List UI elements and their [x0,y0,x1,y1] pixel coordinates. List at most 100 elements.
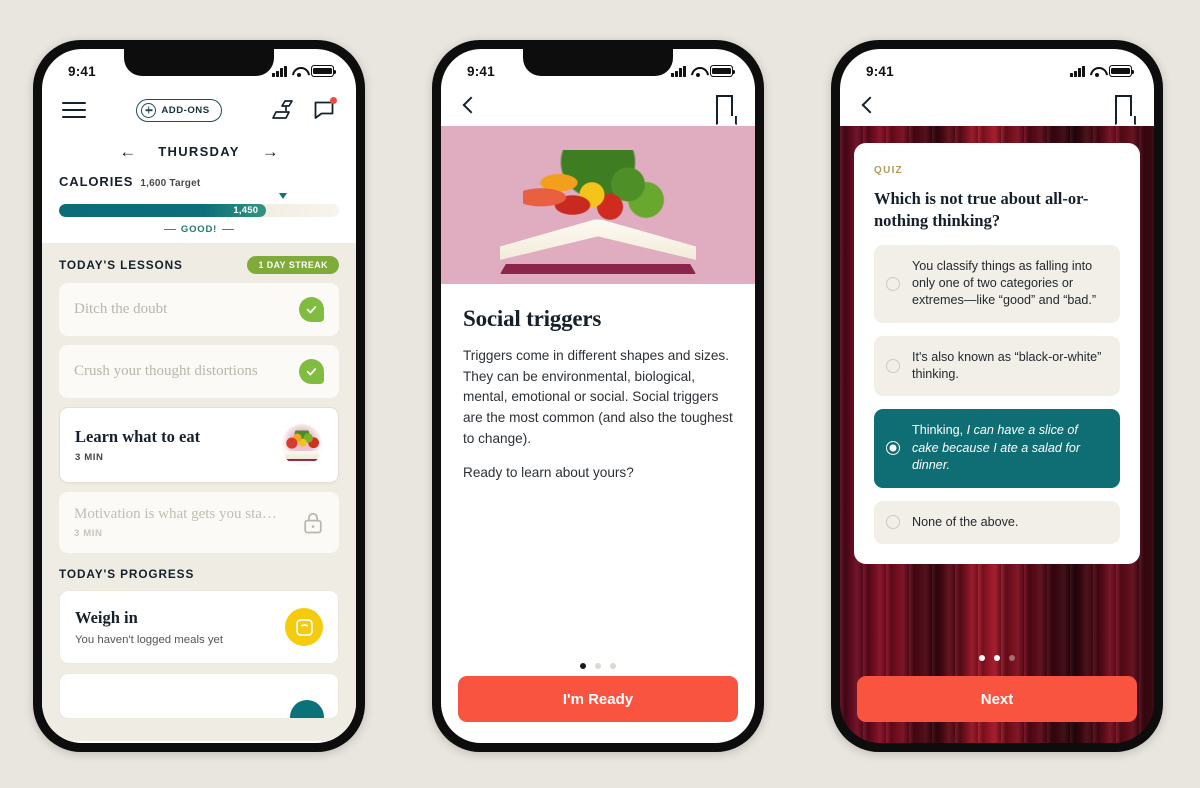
battery-icon [710,65,736,77]
streak-badge: 1 DAY STREAK [247,256,339,274]
lesson-text-block: Learn what to eat 3 MIN [75,427,200,463]
calories-header: CALORIES 1,600 Target [59,174,339,189]
add-ons-label: ADD-ONS [161,104,210,116]
status-bar: 9:41 [441,49,755,87]
article-body: Social triggers Triggers come in differe… [441,284,755,484]
list-item[interactable]: Crush your thought distortions [59,345,339,398]
status-bar: 9:41 [840,49,1154,87]
book-graphic [285,451,319,461]
screenshot-canvas: 9:41 ADD-ONS ← THURSDAY → CALORIES 1,600… [0,0,1200,788]
pager-dot[interactable] [979,655,985,661]
scale-circle-icon [285,608,323,646]
quiz-option[interactable]: None of the above. [874,500,1120,544]
pager-dot[interactable] [1009,655,1015,661]
quiz-kicker-label: QUIZ [874,165,904,176]
lesson-text-block: Motivation is what gets you sta… 3 MIN [74,506,277,539]
calories-title: CALORIES [59,174,134,189]
bookmark-icon[interactable] [716,95,733,116]
weigh-in-subtitle: You haven't logged meals yet [75,634,224,646]
arrow-left-icon[interactable]: ← [119,143,136,160]
calories-panel: CALORIES 1,600 Target 1,450 GOOD! [42,160,356,243]
pager-dots[interactable] [840,655,1154,661]
pager-dot[interactable] [580,663,586,669]
chat-bubble-icon[interactable] [312,97,337,122]
home-scroll-area[interactable]: TODAY'S LESSONS 1 DAY STREAK Ditch the d… [42,243,356,741]
lock-icon [302,511,324,535]
list-item-locked[interactable]: Motivation is what gets you sta… 3 MIN [59,492,339,553]
article-paragraph-2: Ready to learn about yours? [463,465,634,481]
list-item[interactable]: Ditch the doubt [59,283,339,336]
current-day-label: THURSDAY [158,144,240,159]
app-top-bar: ADD-ONS [42,87,356,127]
chevron-left-icon[interactable] [463,97,474,115]
phone-1-frame: 9:41 ADD-ONS ← THURSDAY → CALORIES 1,600… [33,40,365,752]
quiz-option-label: None of the above. [912,514,1019,529]
check-circle-icon [299,297,324,322]
status-time: 9:41 [467,63,495,79]
pager-dot[interactable] [610,663,616,669]
cellular-bars-icon [1070,65,1085,77]
progress-section-header: TODAY'S PROGRESS [59,567,339,581]
article-hero-image [441,126,755,284]
phone-2-screen: 9:41 Social triggers Triggers come in di… [441,49,755,743]
lessons-section-title: TODAY'S LESSONS [59,258,183,272]
pager-dots[interactable] [441,663,755,669]
battery-icon [1109,65,1135,77]
book-spine-graphic [500,264,696,274]
scale-icon[interactable] [272,98,296,122]
plus-circle-icon [141,102,157,118]
list-item-active-lesson[interactable]: Learn what to eat 3 MIN [59,407,339,483]
status-time: 9:41 [68,63,96,79]
lessons-section-header: TODAY'S LESSONS 1 DAY STREAK [59,256,339,274]
phone-3-frame: 9:41 QUIZ Which is not true about all-or… [831,40,1163,752]
arrow-right-icon[interactable]: → [262,143,279,160]
quiz-option[interactable]: It's also known as “black-or-white” thin… [874,335,1120,397]
quiz-option-prefix: Thinking, [912,423,967,438]
im-ready-button[interactable]: I'm Ready [458,676,738,722]
pager-dot[interactable] [595,663,601,669]
status-indicators [1070,65,1135,77]
lesson-duration: 3 MIN [75,452,104,463]
lesson-title: Crush your thought distortions [74,363,258,379]
article-nav-bar [441,87,755,126]
chevron-left-icon[interactable] [862,97,873,115]
bookmark-icon[interactable] [1115,95,1132,116]
calories-status-label: GOOD! [180,224,218,235]
radio-button-icon[interactable] [886,276,900,291]
quiz-option-selected[interactable]: Thinking, I can have a slice of cake bec… [874,409,1120,488]
status-bar: 9:41 [42,49,356,87]
weigh-in-title: Weigh in [75,608,138,627]
status-time: 9:41 [866,63,894,79]
page-title: Social triggers [463,306,602,331]
wifi-icon [1090,66,1104,77]
check-circle-icon [299,359,324,384]
quiz-nav-bar [840,87,1154,126]
add-ons-button[interactable]: ADD-ONS [136,98,222,122]
hamburger-menu-icon[interactable] [62,102,86,118]
quiz-question: Which is not true about all-or-nothing t… [874,189,1089,230]
progress-section-title: TODAY'S PROGRESS [59,567,195,581]
calories-track: 1,450 [59,204,339,217]
lesson-thumbnail [281,424,323,466]
radio-button-icon[interactable] [886,359,900,374]
status-rule-left [163,228,176,231]
status-rule-right [222,228,235,231]
notification-badge [330,97,337,104]
calories-target: 1,600 Target [140,178,201,189]
day-navigator: ← THURSDAY → [42,143,356,160]
calories-value: 1,450 [233,205,259,216]
weigh-in-card[interactable]: Weigh in You haven't logged meals yet [59,590,339,664]
top-bar-icons [272,97,337,122]
article-paragraph-1: Triggers come in different shapes and si… [463,348,733,446]
calories-fill: 1,450 [59,204,267,217]
pager-dot[interactable] [994,655,1000,661]
radio-button-selected-icon[interactable] [886,441,900,456]
next-progress-card-partial[interactable] [59,673,339,719]
quiz-option-label: It's also known as “black-or-white” thin… [912,349,1102,382]
phone-1-screen: 9:41 ADD-ONS ← THURSDAY → CALORIES 1,600… [42,49,356,743]
quiz-option[interactable]: You classify things as falling into only… [874,244,1120,323]
weigh-in-text-block: Weigh in You haven't logged meals yet [75,608,223,646]
next-button[interactable]: Next [857,676,1137,722]
radio-button-icon[interactable] [886,515,900,530]
status-indicators [671,65,736,77]
